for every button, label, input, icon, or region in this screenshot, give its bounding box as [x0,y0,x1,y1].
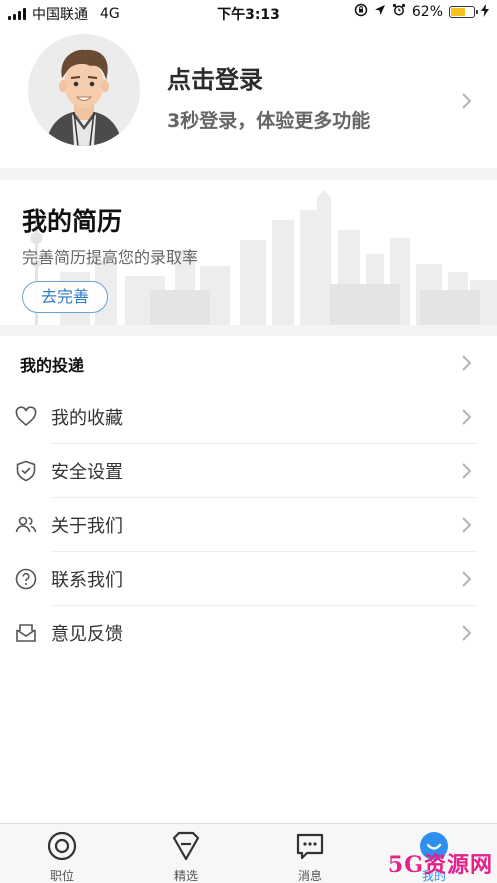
tab-label: 消息 [297,869,322,883]
location-icon [374,4,386,20]
tab-label: 精选 [173,869,198,883]
chevron-right-icon [461,462,473,480]
heart-icon [14,405,38,429]
rotation-lock-icon [354,3,368,21]
menu-item-favorites[interactable]: 我的收藏 [0,390,497,444]
avatar[interactable] [28,34,140,146]
battery-percent: 62% [411,4,443,20]
menu-item-security[interactable]: 安全设置 [0,444,497,498]
alarm-icon [392,3,406,21]
login-card[interactable]: 点击登录 3秒登录，体验更多功能 [0,26,497,168]
users-icon [14,513,38,537]
resume-subtitle: 完善简历提高您的录取率 [22,248,199,267]
menu-item-label: 意见反馈 [51,624,123,645]
status-bar: 中国联通 4G 下午3:13 62% [0,0,497,26]
menu-item-my-applications[interactable]: 我的投递 [0,336,497,390]
chevron-right-icon [461,354,473,372]
target-icon [47,831,77,861]
user-avatar-icon [28,34,140,146]
menu-item-label: 关于我们 [51,516,123,537]
chevron-right-icon [461,408,473,426]
status-right: 62% [354,3,489,21]
tab-jobs[interactable]: 职位 [0,824,124,883]
message-icon [295,831,325,861]
login-title[interactable]: 点击登录 [167,60,263,95]
tab-messages[interactable]: 消息 [248,824,372,883]
chevron-right-icon [461,516,473,534]
menu-item-label: 安全设置 [51,462,123,483]
shield-badge-icon [171,831,201,861]
menu-item-feedback[interactable]: 意见反馈 [0,606,497,660]
mail-icon [14,621,38,645]
menu-item-label: 我的收藏 [51,408,123,429]
resume-banner[interactable]: 我的简历 完善简历提高您的录取率 去完善 [0,180,497,325]
charging-icon [481,3,489,21]
help-icon [14,567,38,591]
watermark-logo: 5G资源网 [387,852,493,878]
tab-featured[interactable]: 精选 [124,824,248,883]
battery-icon [449,6,478,18]
menu-item-contact-us[interactable]: 联系我们 [0,552,497,606]
menu-item-about-us[interactable]: 关于我们 [0,498,497,552]
menu-item-label: 联系我们 [51,570,123,591]
tab-label: 职位 [49,869,74,883]
shield-icon [14,459,38,483]
chevron-right-icon [461,92,473,110]
menu-item-label: 我的投递 [20,356,85,375]
resume-title: 我的简历 [22,207,123,236]
menu-list: 我的投递 我的收藏 安全设置 关于我们 联系我们 意见反馈 [0,336,497,823]
chevron-right-icon [461,624,473,642]
chevron-right-icon [461,570,473,588]
complete-resume-button[interactable]: 去完善 [22,281,108,313]
login-subtitle: 3秒登录，体验更多功能 [167,110,371,132]
